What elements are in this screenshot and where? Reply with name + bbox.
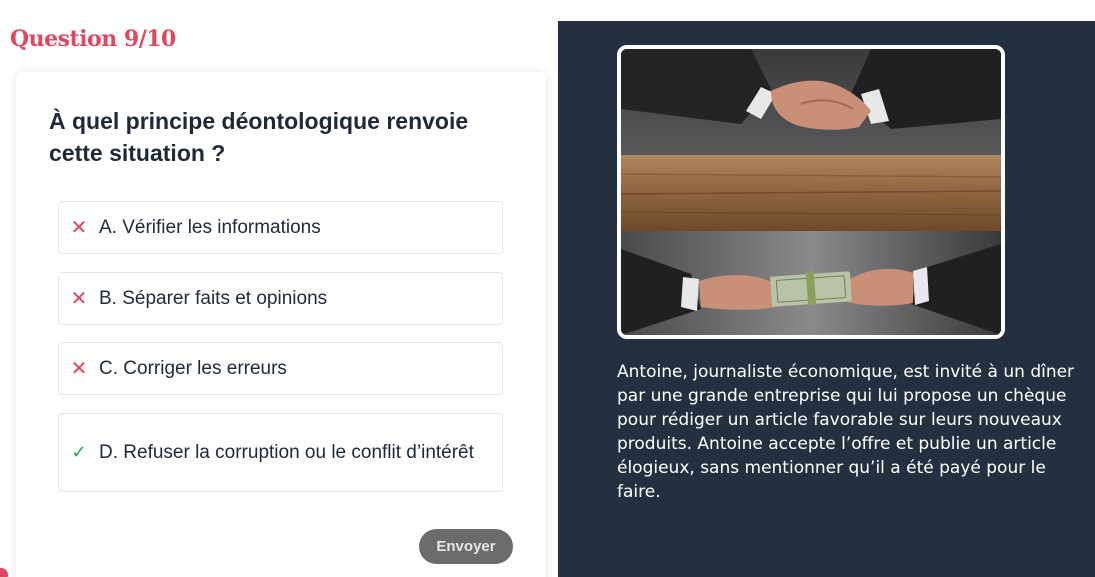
question-counter: Question 9/10 [10, 26, 176, 52]
answer-option-label: D. Refuser la corruption ou le conflit d… [99, 441, 474, 463]
quiz-page: Question 9/10 À quel principe déontologi… [0, 0, 1095, 577]
handshake-bribe-photo [617, 45, 1005, 339]
answer-option-c[interactable]: ✕ C. Corriger les erreurs [58, 342, 503, 395]
scenario-panel: Antoine, journaliste économique, est inv… [558, 21, 1095, 577]
cross-icon: ✕ [70, 217, 88, 239]
question-card: À quel principe déontologique renvoie ce… [16, 72, 546, 577]
answer-option-a[interactable]: ✕ A. Vérifier les informations [58, 201, 503, 254]
corner-avatar [0, 568, 8, 577]
answer-option-d[interactable]: ✓ D. Refuser la corruption ou le conflit… [58, 413, 503, 492]
question-text: À quel principe déontologique renvoie ce… [49, 108, 469, 166]
scenario-illustration [621, 49, 1001, 335]
answer-option-label: B. Séparer faits et opinions [99, 287, 328, 309]
answer-option-b[interactable]: ✕ B. Séparer faits et opinions [58, 272, 503, 325]
answer-option-label: A. Vérifier les informations [99, 216, 321, 238]
check-icon: ✓ [71, 442, 87, 462]
scenario-text: Antoine, journaliste économique, est inv… [617, 362, 1075, 502]
cross-icon: ✕ [70, 358, 88, 380]
answer-option-label: C. Corriger les erreurs [99, 357, 287, 379]
submit-button[interactable]: Envoyer [419, 529, 513, 564]
cross-icon: ✕ [70, 288, 88, 310]
